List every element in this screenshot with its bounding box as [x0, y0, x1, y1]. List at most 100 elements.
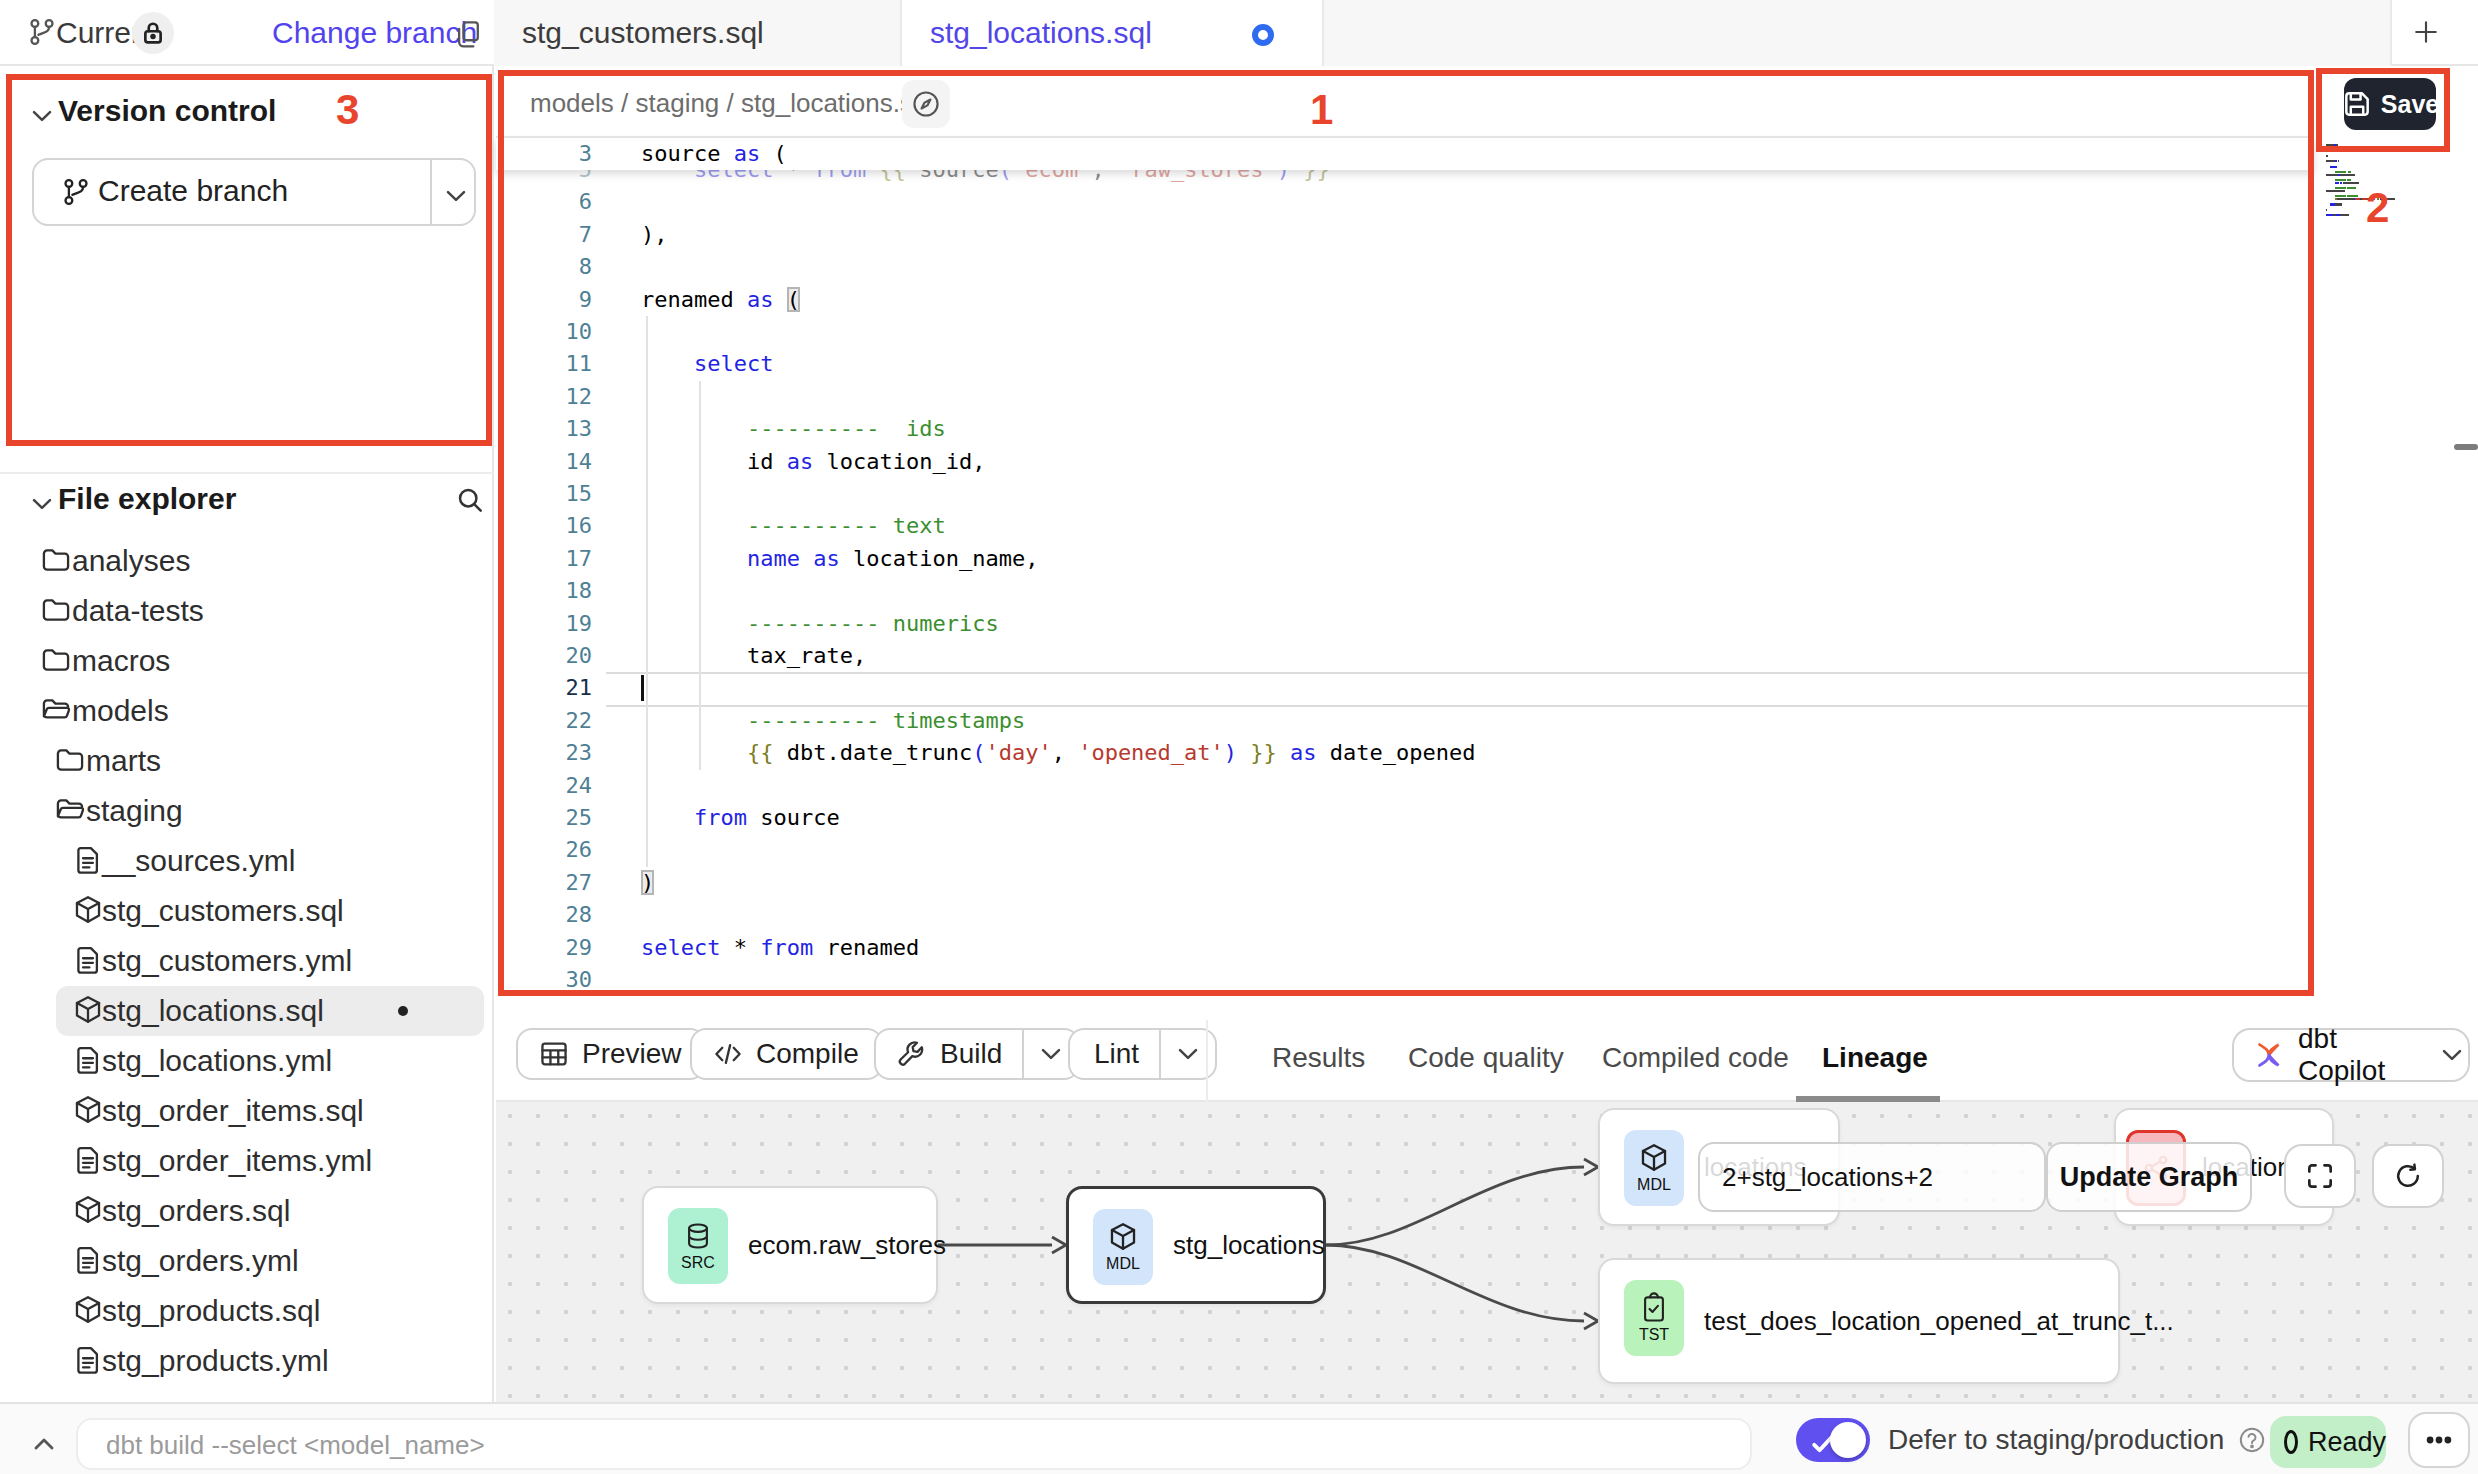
code-line-28[interactable]: 28: [496, 899, 2314, 931]
tree-item-stg_orders.yml[interactable]: stg_orders.yml: [0, 1236, 494, 1286]
tree-item-stg_orders.sql[interactable]: stg_orders.sql: [0, 1186, 494, 1236]
code-line-14[interactable]: 14 id as location_id,: [496, 446, 2314, 478]
preview-button[interactable]: Preview: [516, 1028, 706, 1080]
branch-bar: Current Change branch: [0, 0, 494, 66]
file-explorer-header[interactable]: File explorer: [0, 478, 494, 522]
fullscreen-button[interactable]: [2284, 1144, 2356, 1208]
git-branch-icon: [60, 176, 92, 208]
tree-item-stg_products.sql[interactable]: stg_products.sql: [0, 1286, 494, 1336]
code-line-7[interactable]: 7),: [496, 219, 2314, 251]
build-button[interactable]: Build: [874, 1028, 1080, 1080]
code-line-24[interactable]: 24: [496, 770, 2314, 802]
code-line-25[interactable]: 25 from source: [496, 802, 2314, 834]
unsaved-dot: [398, 1006, 408, 1016]
scroll-handle[interactable]: [2454, 444, 2478, 450]
code-line-10[interactable]: 10: [496, 316, 2314, 348]
code-line-23[interactable]: 23 {{ dbt.date_trunc('day', 'opened_at')…: [496, 737, 2314, 769]
new-tab-button[interactable]: [2410, 16, 2442, 48]
code-line-13[interactable]: 13 ---------- ids: [496, 413, 2314, 445]
button-label: Compile: [756, 1038, 859, 1070]
save-button[interactable]: Save: [2344, 78, 2436, 130]
change-branch-link[interactable]: Change branch: [272, 16, 477, 50]
file-name: models: [72, 694, 169, 728]
code-line-9[interactable]: 9renamed as (: [496, 284, 2314, 316]
lineage-selector-input[interactable]: 2+stg_locations+2: [1698, 1142, 2046, 1212]
lineage-node-test[interactable]: TST test_does_location_opened_at_trunc_t…: [1598, 1258, 2120, 1384]
tree-item-stg_customers.yml[interactable]: stg_customers.yml: [0, 936, 494, 986]
doc-icon: [72, 844, 104, 876]
tree-item-analyses[interactable]: analyses: [0, 536, 494, 586]
code-line-29[interactable]: 29select * from renamed: [496, 932, 2314, 964]
version-control-header[interactable]: Version control: [0, 90, 494, 134]
tree-item-stg_order_items.sql[interactable]: stg_order_items.sql: [0, 1086, 494, 1136]
compile-button[interactable]: Compile: [690, 1028, 883, 1080]
refresh-button[interactable]: [2372, 1144, 2444, 1208]
tree-item-stg_products.yml[interactable]: stg_products.yml: [0, 1336, 494, 1386]
tree-item-models[interactable]: models: [0, 686, 494, 736]
chevron-down-icon[interactable]: [440, 180, 472, 212]
file-name: stg_order_items.yml: [102, 1144, 372, 1178]
code-line-21[interactable]: 21: [496, 672, 2314, 704]
dbt-copilot-button[interactable]: dbt Copilot: [2232, 1028, 2470, 1082]
tree-item-stg_locations.sql[interactable]: stg_locations.sql: [0, 986, 494, 1036]
tree-item-marts[interactable]: marts: [0, 736, 494, 786]
docs-compass-button[interactable]: [902, 80, 950, 128]
more-menu-button[interactable]: [2408, 1412, 2470, 1468]
code-line-6[interactable]: 6: [496, 186, 2314, 218]
tab-code-quality[interactable]: Code quality: [1408, 1042, 1564, 1074]
tree-item-macros[interactable]: macros: [0, 636, 494, 686]
code-line-27[interactable]: 27): [496, 867, 2314, 899]
copy-icon[interactable]: [452, 18, 484, 50]
selector-value: 2+stg_locations+2: [1722, 1162, 1933, 1193]
search-icon[interactable]: [454, 484, 486, 516]
code-line-15[interactable]: 15: [496, 478, 2314, 510]
chevron-up-icon[interactable]: [28, 1428, 60, 1460]
create-branch-label: Create branch: [98, 174, 288, 208]
tree-item-data-tests[interactable]: data-tests: [0, 586, 494, 636]
file-name: stg_customers.sql: [102, 894, 344, 928]
tab-compiled-code[interactable]: Compiled code: [1602, 1042, 1789, 1074]
code-line-11[interactable]: 11 select: [496, 348, 2314, 380]
command-input[interactable]: dbt build --select <model_name>: [76, 1418, 1752, 1470]
save-label: Save: [2381, 90, 2439, 119]
top-bar: Current Change branch stg_customers.sql …: [0, 0, 2478, 66]
code-line-8[interactable]: 8: [496, 251, 2314, 283]
tab-stg-customers[interactable]: stg_customers.sql: [494, 0, 902, 66]
code-line-22[interactable]: 22 ---------- timestamps: [496, 705, 2314, 737]
node-label: ecom.raw_stores: [748, 1230, 946, 1261]
code-area[interactable]: 5 select * from {{ source('ecom', 'raw_s…: [496, 170, 2314, 1020]
tab-results[interactable]: Results: [1272, 1042, 1365, 1074]
defer-toggle[interactable]: [1796, 1418, 1870, 1462]
tab-lineage[interactable]: Lineage: [1822, 1042, 1928, 1074]
lineage-canvas[interactable]: SRC ecom.raw_stores MDL stg_locations MD…: [496, 1102, 2478, 1402]
annotation-label-3: 3: [336, 86, 359, 134]
code-line-19[interactable]: 19 ---------- numerics: [496, 608, 2314, 640]
tree-item-stg_customers.sql[interactable]: stg_customers.sql: [0, 886, 494, 936]
tab-strip-empty: [1324, 0, 2392, 66]
code-line-12[interactable]: 12: [496, 381, 2314, 413]
tree-item-staging[interactable]: staging: [0, 786, 494, 836]
lint-button[interactable]: Lint: [1068, 1028, 1217, 1080]
sticky-line: 3source as (: [496, 138, 2314, 170]
code-line-18[interactable]: 18: [496, 575, 2314, 607]
create-branch-button[interactable]: Create branch: [32, 158, 476, 226]
code-line-26[interactable]: 26: [496, 834, 2314, 866]
code-line-30[interactable]: 30: [496, 964, 2314, 996]
status-ready-badge[interactable]: Ready: [2270, 1416, 2386, 1468]
tree-item-stg_order_items.yml[interactable]: stg_order_items.yml: [0, 1136, 494, 1186]
code-line-16[interactable]: 16 ---------- text: [496, 510, 2314, 542]
code-line-5[interactable]: 5 select * from {{ source('ecom', 'raw_s…: [496, 170, 2314, 186]
tree-item-stg_locations.yml[interactable]: stg_locations.yml: [0, 1036, 494, 1086]
compass-icon: [910, 88, 942, 120]
tab-stg-locations[interactable]: stg_locations.sql: [902, 0, 1324, 66]
code-line-20[interactable]: 20 tax_rate,: [496, 640, 2314, 672]
code-line-17[interactable]: 17 name as location_name,: [496, 543, 2314, 575]
doc-icon: [72, 1244, 104, 1276]
lineage-node-source[interactable]: SRC ecom.raw_stores: [642, 1186, 938, 1304]
help-icon[interactable]: [2236, 1424, 2268, 1456]
file-name: stg_products.sql: [102, 1294, 320, 1328]
lineage-node-stg-locations[interactable]: MDL stg_locations: [1066, 1186, 1326, 1304]
tree-item-__sources.yml[interactable]: __sources.yml: [0, 836, 494, 886]
model-icon: [1638, 1142, 1670, 1174]
update-graph-button[interactable]: Update Graph: [2046, 1142, 2252, 1212]
